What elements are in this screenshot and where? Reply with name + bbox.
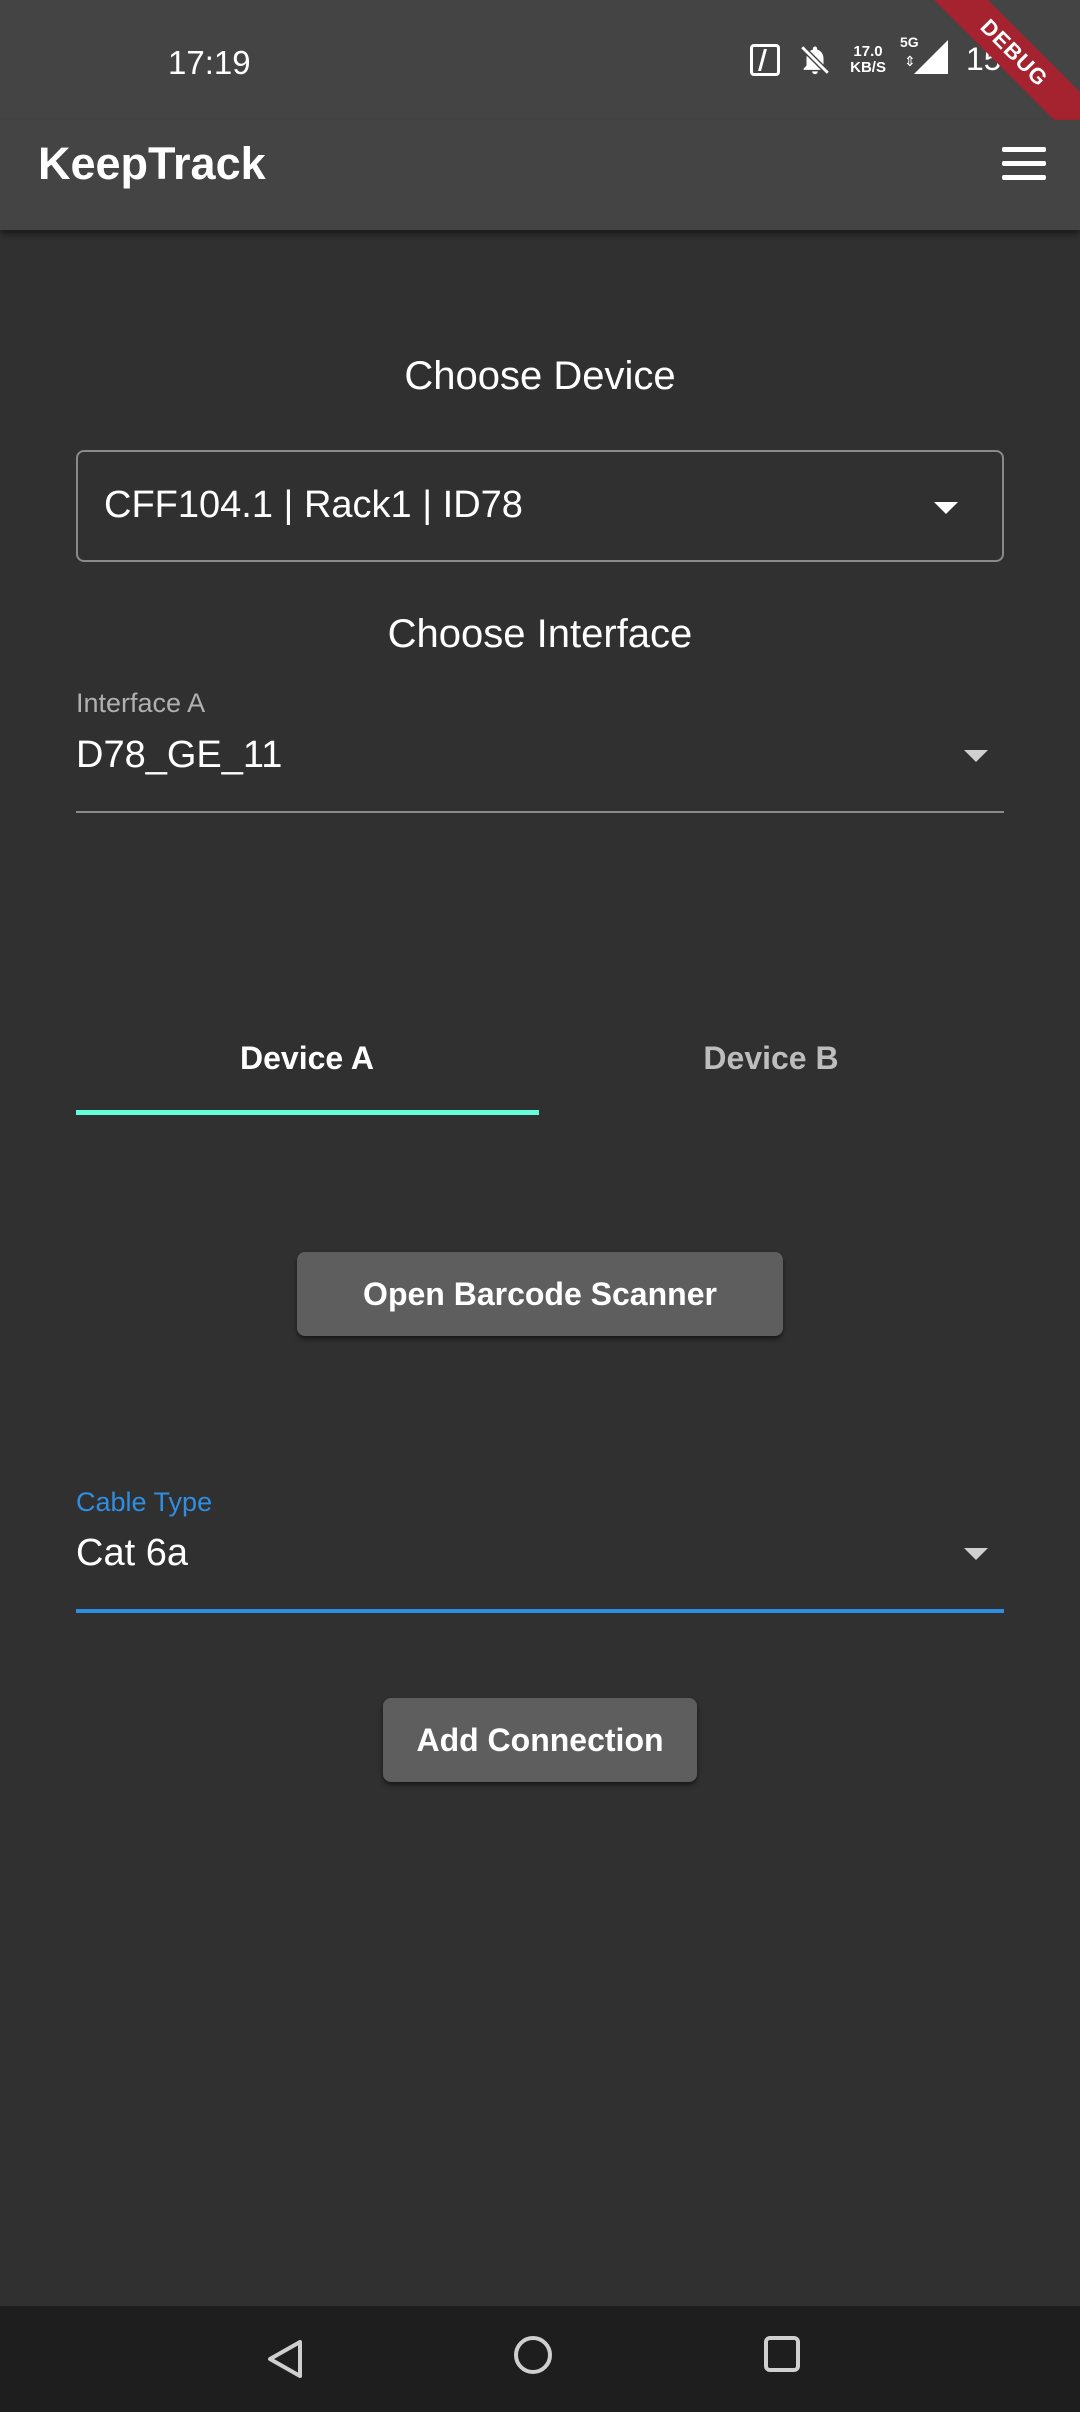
cable-type-underline: [76, 1609, 1004, 1613]
cable-type-label: Cable Type: [76, 1487, 213, 1517]
back-icon[interactable]: [262, 2336, 308, 2382]
home-icon[interactable]: [514, 2336, 552, 2374]
network-type-label: 5G: [899, 34, 919, 50]
dropdown-caret-icon: [964, 1548, 988, 1560]
dropdown-caret-icon: [934, 502, 958, 514]
device-dropdown[interactable]: CFF104.1 | Rack1 | ID78: [76, 450, 1004, 562]
menu-icon[interactable]: [1002, 147, 1046, 181]
mute-bell-icon: [800, 44, 830, 75]
tab-indicator: [76, 1110, 539, 1115]
status-bar: 17:19 17.0 KB/S 5G ⇕ 15%: [0, 0, 1080, 120]
system-nav-bar: [0, 2306, 1080, 2412]
network-indicator: 5G ⇕: [900, 34, 948, 79]
nfc-icon: [750, 43, 781, 76]
device-dropdown-value: CFF104.1 | Rack1 | ID78: [104, 484, 523, 526]
status-time: 17:19: [168, 44, 251, 81]
cable-type-value: Cat 6a: [76, 1532, 188, 1574]
app-bar: KeepTrack: [0, 120, 1080, 230]
tab-device-a[interactable]: Device A: [76, 1040, 538, 1077]
choose-interface-title: Choose Interface: [387, 612, 693, 656]
network-speed: 17.0 KB/S: [850, 42, 886, 76]
choose-device-title: Choose Device: [404, 354, 676, 398]
interface-dropdown[interactable]: D78_GE_11: [76, 728, 1004, 812]
interface-field-label: Interface A: [76, 688, 206, 718]
recents-icon[interactable]: [764, 2336, 800, 2372]
interface-dropdown-value: D78_GE_11: [76, 734, 283, 776]
add-connection-button[interactable]: Add Connection: [383, 1698, 697, 1782]
cable-type-dropdown[interactable]: Cat 6a: [76, 1526, 1004, 1610]
dropdown-caret-icon: [964, 750, 988, 762]
tab-device-b[interactable]: Device B: [540, 1040, 1002, 1077]
interface-underline: [76, 811, 1004, 813]
open-barcode-scanner-button[interactable]: Open Barcode Scanner: [297, 1252, 783, 1336]
app-title: KeepTrack: [38, 138, 266, 189]
svg-text:⇕: ⇕: [904, 53, 916, 69]
